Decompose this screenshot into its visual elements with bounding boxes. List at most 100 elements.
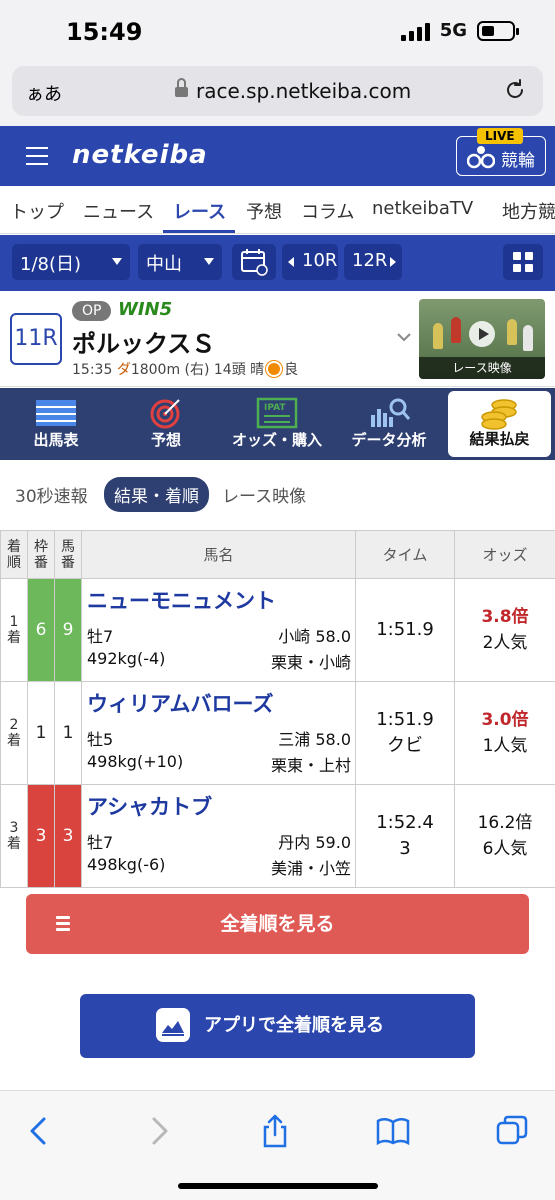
status-time: 15:49 <box>66 18 143 46</box>
nav-item-race[interactable]: レース <box>173 198 226 224</box>
finish-time: 1:51.9 <box>376 619 434 640</box>
bookmarks-icon[interactable] <box>375 1113 411 1149</box>
race-distance: 1800m (右) 14頭 晴 <box>130 362 265 378</box>
odds-cell: 16.2倍 6人気 <box>454 784 555 888</box>
nav-item-netkeibatv[interactable]: netkeibaTV <box>372 198 473 219</box>
nav-item-column[interactable]: コラム <box>301 198 354 224</box>
site-logo[interactable]: netkeiba <box>72 140 208 170</box>
tab-entries-label: 出馬表 <box>33 431 79 449</box>
jockey-figure <box>451 317 461 343</box>
share-icon[interactable] <box>257 1113 293 1149</box>
grid-icon <box>513 252 521 260</box>
site-header: netkeiba LIVE 競輪 <box>0 126 555 186</box>
status-bar: 15:49 5G <box>0 0 555 60</box>
win5-badge: WIN5 <box>118 299 173 320</box>
jockey-weight[interactable]: 小崎 58.0 <box>278 623 351 647</box>
keirin-live-button[interactable]: LIVE 競輪 <box>456 128 546 176</box>
race-start-time: 15:35 <box>72 362 113 378</box>
network-type: 5G <box>439 20 467 41</box>
table-row[interactable]: 2着 1 1 ウィリアムバローズ 牡5 三浦 58.0 498kg(+10) 栗… <box>0 681 555 785</box>
rank-value: 2着 <box>7 717 21 749</box>
horse-name-link[interactable]: ニューモニュメント <box>87 585 276 615</box>
status-indicators: 5G <box>400 20 519 41</box>
time-cell: 1:51.9 <box>355 578 455 682</box>
subtab-flash-report[interactable]: 30秒速報 <box>15 482 88 507</box>
jockey-figure <box>523 325 533 351</box>
url-text[interactable]: race.sp.netkeiba.com <box>196 79 411 103</box>
date-select[interactable]: 1/8(日) <box>12 244 130 280</box>
menu-icon[interactable] <box>26 147 48 165</box>
browser-toolbar: ぁあ race.sp.netkeiba.com <box>0 60 555 126</box>
table-row[interactable]: 1着 6 9 ニューモニュメント 牡7 小崎 58.0 492kg(-4) 栗東… <box>0 578 555 682</box>
nav-item-top[interactable]: トップ <box>10 198 64 224</box>
race-video-thumbnail[interactable]: レース映像 <box>419 299 545 379</box>
umaban-cell: 9 <box>54 578 82 682</box>
finish-time: 1:51.9 <box>376 709 434 730</box>
nav-item-prediction[interactable]: 予想 <box>246 198 282 224</box>
table-row[interactable]: 3着 3 3 アシャカトブ 牡7 丹内 59.0 498kg(-6) 美浦・小笠… <box>0 784 555 888</box>
horse-name-link[interactable]: ウィリアムバローズ <box>87 688 273 718</box>
win-odds: 16.2倍 <box>477 813 533 833</box>
rank-value: 3着 <box>7 820 21 852</box>
chevron-down-icon[interactable] <box>396 329 412 345</box>
video-caption: レース映像 <box>419 357 545 379</box>
tab-prediction[interactable]: 予想 <box>116 388 216 460</box>
trainer[interactable]: 美浦・小笠 <box>271 855 351 879</box>
view-in-app-button[interactable]: アプリで全着順を見る <box>80 994 475 1058</box>
prev-race-button[interactable]: 10R <box>282 244 338 280</box>
nav-item-news[interactable]: ニュース <box>83 198 154 224</box>
venue-value: 中山 <box>146 254 182 275</box>
battery-icon <box>477 20 519 41</box>
jockey-weight[interactable]: 丹内 59.0 <box>278 829 351 853</box>
header-odds: オッズ <box>454 530 555 579</box>
time-cell: 1:51.9 クビ <box>355 681 455 785</box>
table-icon <box>36 400 76 426</box>
horse-weight: 498kg(-6) <box>87 855 166 874</box>
triangle-left-icon <box>288 257 294 267</box>
svg-text:IPAT: IPAT <box>264 403 286 413</box>
next-race-button[interactable]: 12R <box>344 244 402 280</box>
header-time: タイム <box>355 530 455 579</box>
race-list-grid-button[interactable] <box>503 244 543 280</box>
trainer[interactable]: 栗東・上村 <box>271 752 351 776</box>
jockey-weight[interactable]: 三浦 58.0 <box>278 726 351 750</box>
subtab-race-video[interactable]: レース映像 <box>222 482 306 507</box>
view-all-results-button[interactable]: 全着順を見る <box>26 894 529 954</box>
tab-data-analysis[interactable]: データ分析 <box>336 388 442 460</box>
reader-settings-button[interactable]: ぁあ <box>26 80 62 106</box>
waku-cell: 3 <box>27 784 55 888</box>
tab-data-analysis-label: データ分析 <box>351 431 427 449</box>
umaban-cell: 1 <box>54 681 82 785</box>
race-filter-bar: 1/8(日) 中山 10R 12R <box>0 235 555 291</box>
live-badge: LIVE <box>477 128 523 144</box>
race-grade-badge: OP <box>72 301 112 321</box>
ipat-icon: IPAT <box>256 397 298 429</box>
main-nav: トップ ニュース レース 予想 コラム netkeibaTV 地方競 <box>0 186 555 234</box>
trainer[interactable]: 栗東・小崎 <box>271 649 351 673</box>
address-bar[interactable]: ぁあ race.sp.netkeiba.com <box>12 66 543 116</box>
tab-odds-purchase[interactable]: IPAT オッズ・購入 <box>224 388 330 460</box>
coins-icon <box>480 399 517 430</box>
reload-icon[interactable] <box>503 78 527 102</box>
sex-age: 牡7 <box>87 627 114 646</box>
waku-cell: 6 <box>27 578 55 682</box>
horse-cell: アシャカトブ 牡7 丹内 59.0 498kg(-6) 美浦・小笠 <box>81 784 356 888</box>
subtab-results[interactable]: 結果・着順 <box>104 477 209 512</box>
tabs-icon[interactable] <box>494 1113 530 1149</box>
target-icon <box>150 399 180 429</box>
feature-tabs: 出馬表 予想 IPAT オッズ・購入 データ分析 結果払戻 <box>0 388 555 460</box>
forward-icon[interactable] <box>140 1113 176 1149</box>
horse-cell: ニューモニュメント 牡7 小崎 58.0 492kg(-4) 栗東・小崎 <box>81 578 356 682</box>
calendar-button[interactable] <box>232 244 276 280</box>
bicycle-icon <box>467 146 495 169</box>
live-label: 競輪 <box>501 151 535 171</box>
venue-select[interactable]: 中山 <box>138 244 222 280</box>
race-info: 15:35 ダ1800m (右) 14頭 晴 良 <box>72 359 298 379</box>
tab-results-payout[interactable]: 結果払戻 <box>448 391 551 457</box>
nav-item-local[interactable]: 地方競 <box>502 198 555 224</box>
horse-name-link[interactable]: アシャカトブ <box>87 791 212 821</box>
lock-icon <box>175 78 188 99</box>
header-umaban-label: 馬番 <box>61 538 75 571</box>
back-icon[interactable] <box>22 1113 58 1149</box>
tab-entries[interactable]: 出馬表 <box>8 388 104 460</box>
